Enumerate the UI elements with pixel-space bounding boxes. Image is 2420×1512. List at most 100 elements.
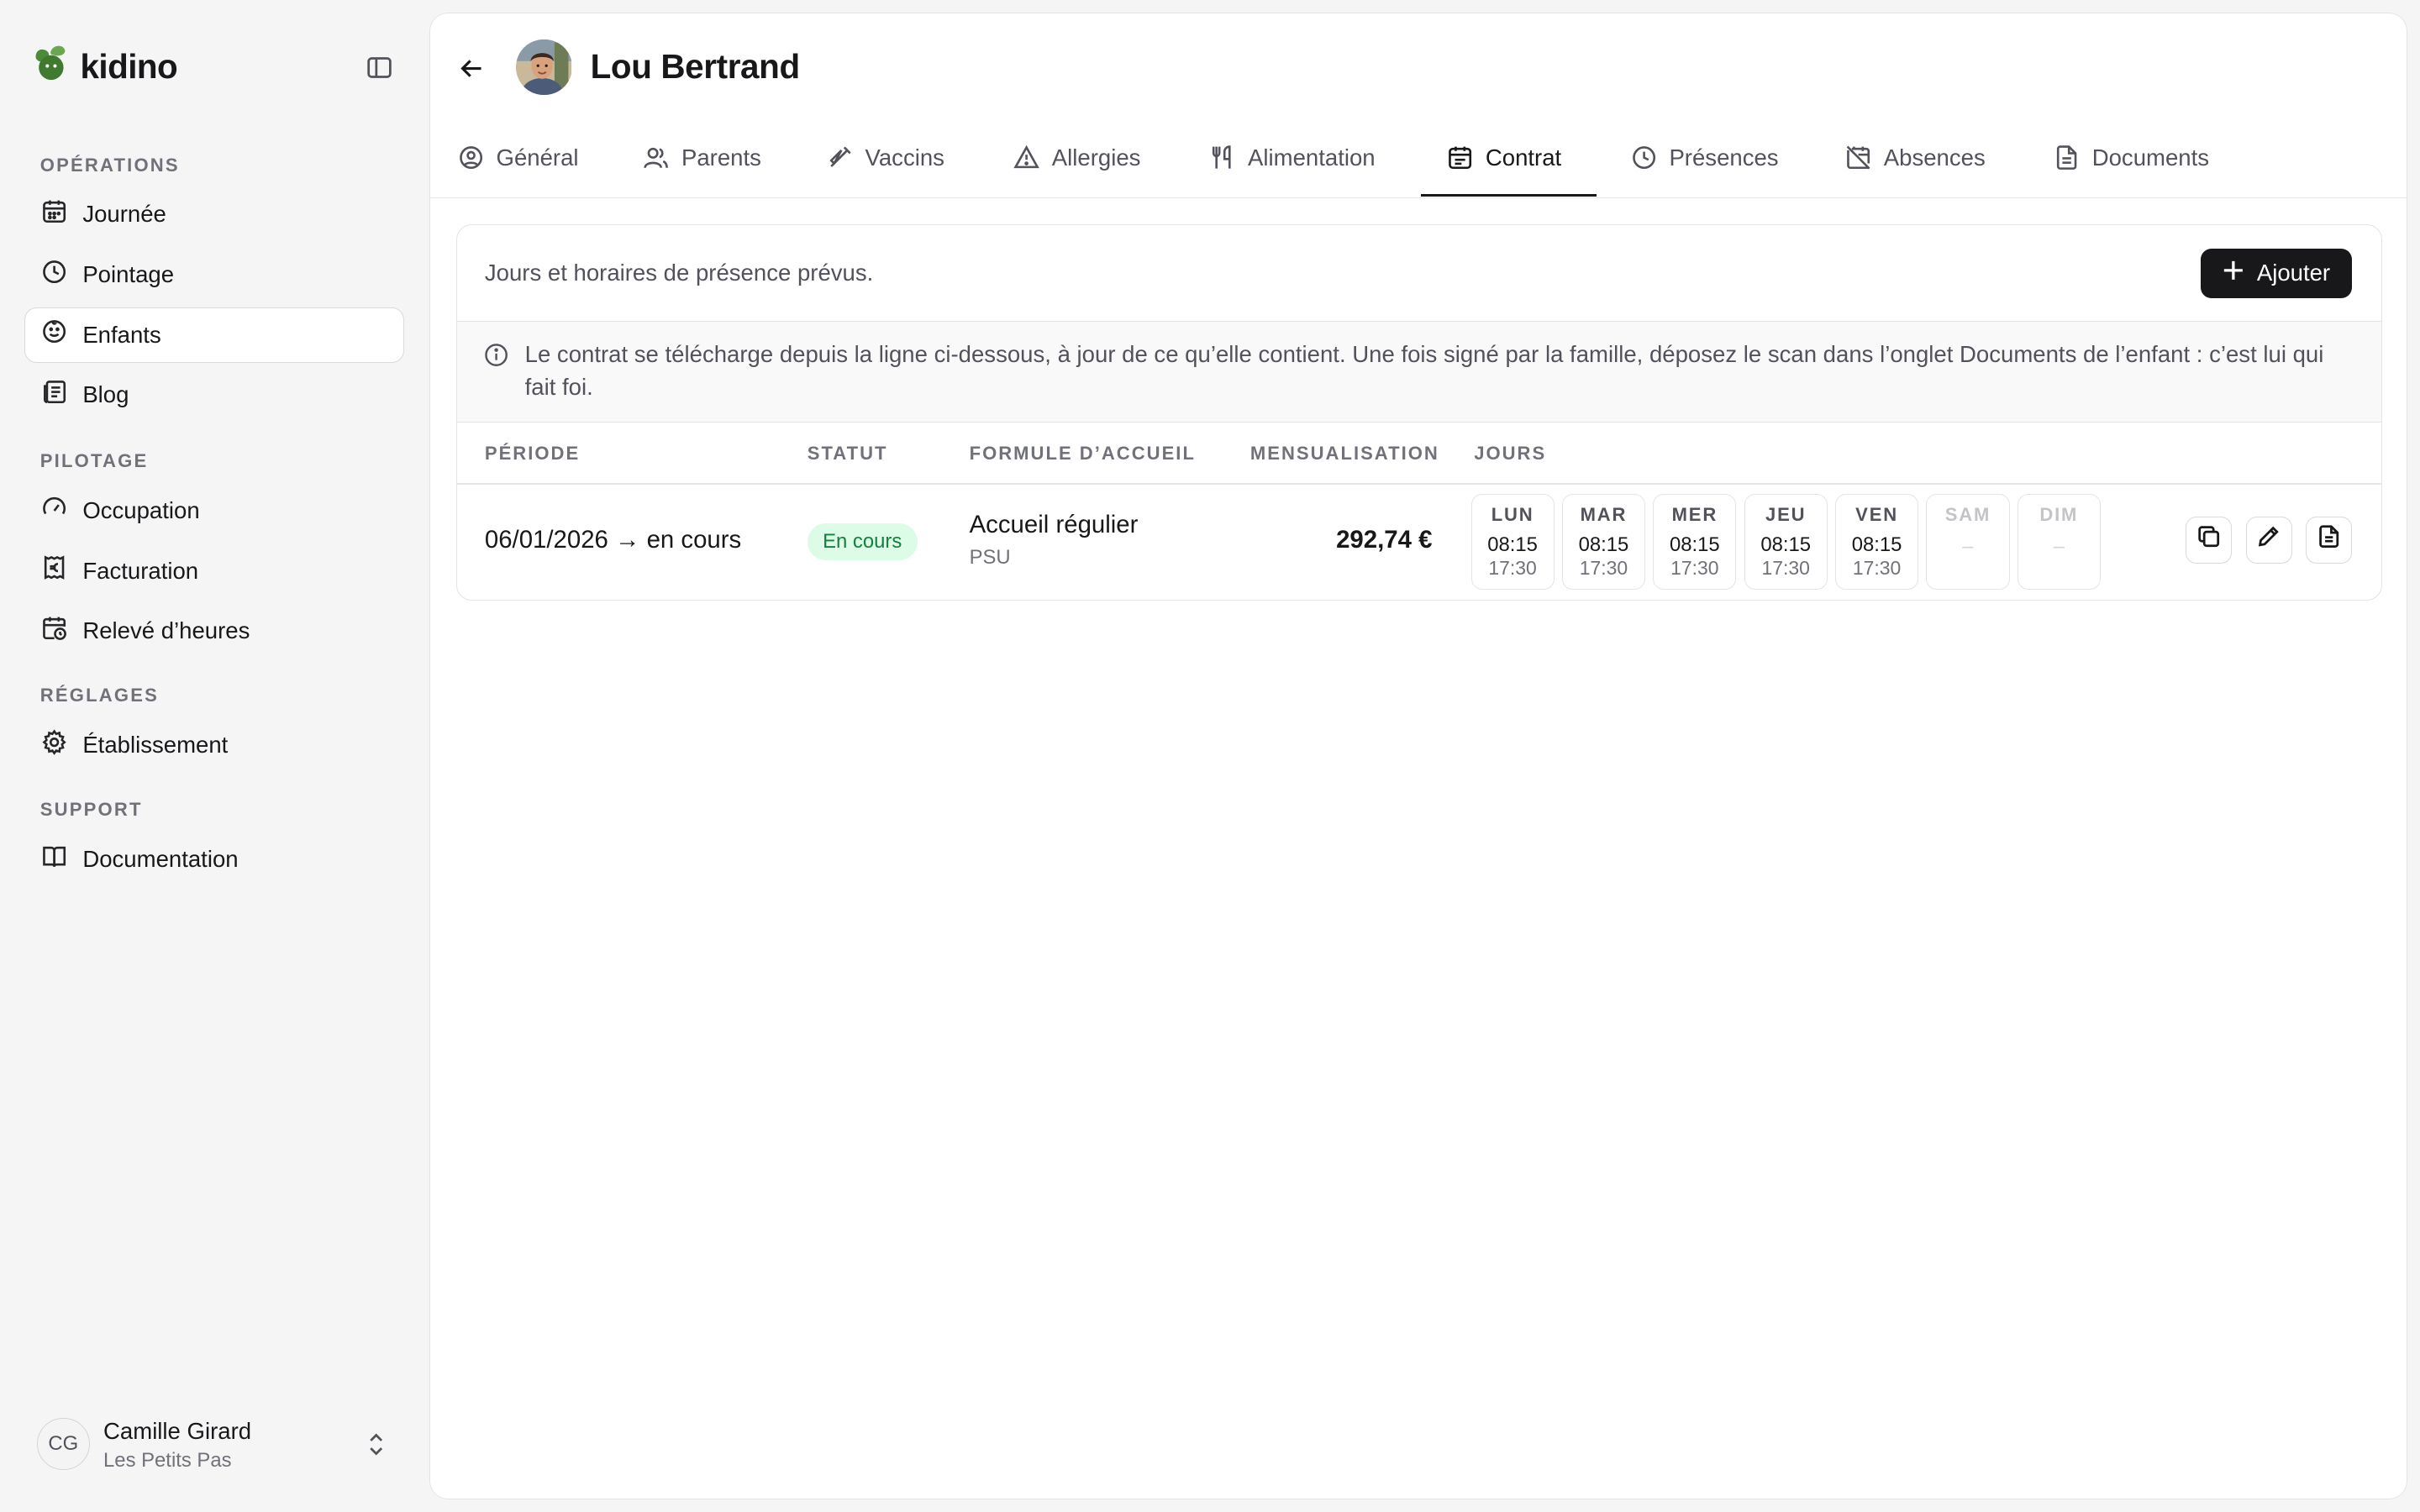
tab-label: Absences — [1883, 144, 1986, 171]
section-label-pilotage: PILOTAGE — [39, 450, 149, 472]
day-cell-sam: SAM – — [1926, 493, 2010, 590]
add-button-label: Ajouter — [2256, 260, 2331, 286]
edit-contract-button[interactable] — [2245, 517, 2292, 564]
utensils-icon — [1209, 144, 1235, 176]
tab-label: Documents — [2091, 144, 2210, 171]
sidebar-item-label: Enfants — [82, 321, 161, 348]
day-name: VEN — [1855, 503, 1898, 525]
day-cell-jeu: JEU 08:15 17:30 — [1744, 493, 1828, 590]
sidebar-item-enfants[interactable]: Enfants — [24, 307, 405, 363]
info-icon — [483, 342, 509, 375]
tab-alimentation[interactable]: Alimentation — [1209, 137, 1376, 197]
sidebar-item-pointage[interactable]: Pointage — [24, 247, 404, 302]
sidebar-item-etablissement[interactable]: Établissement — [24, 717, 404, 773]
page-title: Lou Bertrand — [590, 47, 801, 87]
day-end-time: 17:30 — [1579, 557, 1628, 580]
brand[interactable]: kidino — [31, 43, 178, 90]
sidebar-item-label: Établissement — [82, 732, 229, 759]
tab-label: Contrat — [1485, 144, 1562, 171]
day-name: JEU — [1765, 503, 1807, 525]
users-icon — [643, 144, 669, 176]
book-open-icon — [41, 843, 67, 875]
plus-icon — [2223, 260, 2244, 287]
tab-allergies[interactable]: Allergies — [1013, 137, 1141, 197]
app-name: kidino — [80, 46, 178, 86]
column-header-period: PÉRIODE — [484, 443, 581, 465]
contract-period: 06/01/2026 → en cours — [484, 526, 742, 554]
sidebar-item-label: Blog — [82, 381, 129, 408]
back-arrow-icon[interactable] — [455, 52, 488, 86]
sidebar-item-label: Documentation — [82, 846, 239, 873]
day-name: MAR — [1580, 503, 1628, 525]
column-header-days: JOURS — [1474, 443, 1547, 465]
day-end-time: 17:30 — [1670, 557, 1719, 580]
receipt-euro-icon — [41, 554, 67, 586]
avatar: CG — [37, 1417, 90, 1471]
add-contract-button[interactable]: Ajouter — [2201, 248, 2353, 298]
sidebar-item-label: Relevé d’heures — [82, 617, 250, 644]
tab-parents[interactable]: Parents — [643, 137, 761, 197]
smile-face-icon — [41, 318, 67, 350]
day-cell-lun: LUN 08:15 17:30 — [1470, 493, 1555, 590]
tab-absences[interactable]: Absences — [1845, 137, 1986, 197]
warning-triangle-icon — [1013, 144, 1039, 176]
tab-label: Présences — [1669, 144, 1779, 171]
day-start-time: – — [1962, 534, 1974, 558]
tab-documents[interactable]: Documents — [2054, 137, 2209, 197]
day-start-time: – — [2053, 534, 2065, 558]
calendar-check-icon — [1447, 144, 1473, 176]
calendar-off-icon — [1845, 144, 1871, 176]
tab-presences[interactable]: Présences — [1631, 137, 1779, 197]
user-org: Les Petits Pas — [103, 1448, 232, 1472]
section-label-support: SUPPORT — [39, 799, 143, 821]
syringe-icon — [827, 144, 853, 176]
tab-contrat[interactable]: Contrat — [1447, 137, 1561, 197]
sidebar-item-documentation[interactable]: Documentation — [24, 832, 404, 887]
download-contract-button[interactable] — [2306, 517, 2353, 564]
main-panel: Lou Bertrand Général Parents Vaccins All… — [429, 12, 2408, 1500]
file-text-icon — [2317, 524, 2341, 555]
sidebar-item-facturation[interactable]: Facturation — [24, 543, 404, 599]
tab-general[interactable]: Général — [458, 137, 579, 197]
sidebar-item-releve-heures[interactable]: Relevé d’heures — [24, 603, 404, 659]
column-header-formula: FORMULE D’ACCUEIL — [969, 443, 1196, 465]
day-end-time: 17:30 — [1488, 557, 1537, 580]
day-name: DIM — [2039, 503, 2079, 525]
tab-label: Allergies — [1051, 144, 1141, 171]
day-cell-mer: MER 08:15 17:30 — [1653, 493, 1737, 590]
contract-card: Jours et horaires de présence prévus. Aj… — [455, 224, 2382, 601]
clock-icon — [1631, 144, 1657, 176]
day-start-time: 08:15 — [1669, 533, 1720, 557]
user-menu[interactable]: CG Camille Girard Les Petits Pas — [24, 1404, 404, 1484]
clock-icon — [41, 259, 67, 291]
calendar-clock-icon — [41, 615, 67, 647]
user-name: Camille Girard — [103, 1417, 252, 1444]
sidebar-toggle-icon[interactable] — [364, 52, 395, 83]
sidebar-item-occupation[interactable]: Occupation — [24, 483, 404, 538]
tab-vaccins[interactable]: Vaccins — [827, 137, 944, 197]
section-label-operations: OPÉRATIONS — [39, 154, 180, 176]
kidino-logo-icon — [31, 43, 71, 90]
chevrons-up-down-icon[interactable] — [364, 1431, 388, 1465]
sidebar-item-blog[interactable]: Blog — [24, 367, 404, 423]
section-label-reglages: RÉGLAGES — [39, 685, 160, 706]
tab-label: Général — [496, 144, 579, 171]
contract-formula: Accueil régulier — [969, 511, 1139, 539]
gauge-icon — [41, 495, 67, 527]
tab-label: Vaccins — [865, 144, 944, 171]
sidebar-item-journee[interactable]: Journée — [24, 186, 404, 242]
info-notice: Le contrat se télécharge depuis la ligne… — [456, 321, 2382, 423]
day-end-time: 17:30 — [1852, 557, 1902, 580]
sidebar-item-label: Facturation — [82, 557, 199, 584]
card-description: Jours et horaires de présence prévus. — [484, 259, 874, 286]
day-name: LUN — [1491, 503, 1534, 525]
monthly-amount: 292,74 € — [1336, 526, 1433, 554]
day-start-time: 08:15 — [1578, 533, 1629, 557]
day-cell-dim: DIM – — [2017, 493, 2101, 590]
child-avatar — [516, 39, 572, 96]
day-start-time: 08:15 — [1487, 533, 1538, 557]
tab-bar: Général Parents Vaccins Allergies Alimen… — [429, 137, 2407, 199]
duplicate-contract-button[interactable] — [2185, 517, 2232, 564]
user-circle-icon — [458, 144, 484, 176]
header-divider — [456, 483, 2382, 485]
